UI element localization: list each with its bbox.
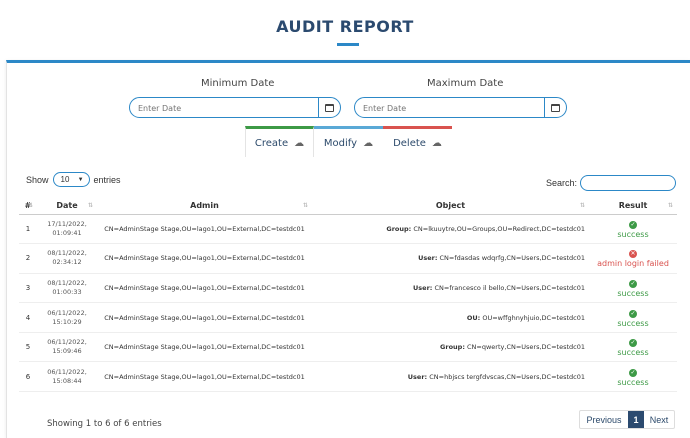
page-1-button[interactable]: 1 [628, 411, 644, 428]
column-header-num[interactable]: # ⇅ [19, 198, 37, 215]
row-number: 4 [19, 302, 37, 333]
calendar-icon [325, 103, 334, 112]
search-control: Search: [546, 175, 677, 191]
tab-modify[interactable]: Modify ☁ [314, 126, 383, 157]
page-title: AUDIT REPORT [276, 17, 414, 36]
x-circle-icon: ✕ [629, 250, 637, 259]
sort-icon: ⇅ [579, 202, 585, 209]
sort-icon: ⇅ [667, 202, 673, 209]
chevron-down-icon: ▼ [77, 176, 84, 183]
table-header-row: # ⇅ Date ⇅ Admin ⇅ Object ⇅ Result ⇅ [19, 198, 677, 215]
table-row: 4 06/11/2022, 15:10:29 CN=AdminStage Stag… [19, 302, 677, 333]
row-date: 06/11/2022, 15:09:46 [37, 332, 97, 363]
title-underline [337, 43, 359, 46]
max-date-calendar-button[interactable] [544, 98, 566, 117]
sort-icon: ⇅ [87, 202, 93, 209]
row-result: ✕ admin login failed [589, 243, 677, 274]
cloud-upload-icon: ☁ [294, 137, 305, 149]
row-result: ✓ success [589, 302, 677, 333]
search-label: Search: [546, 178, 578, 188]
check-circle-icon: ✓ [629, 220, 637, 229]
tab-create[interactable]: Create ☁ [245, 126, 314, 157]
row-admin: CN=AdminStage Stage,OU=lago1,OU=External… [97, 302, 312, 333]
row-object: Group: CN=lkuuytre,OU=Groups,OU=Redirect… [312, 214, 589, 245]
table-row: 1 17/11/2022, 01:09:41 CN=AdminStage Stag… [19, 214, 677, 245]
check-circle-icon: ✓ [629, 309, 637, 318]
row-object: Group: CN=qwerty,CN=Users,DC=testdc01 [312, 332, 589, 363]
row-number: 3 [19, 273, 37, 304]
row-result: ✓ success [589, 332, 677, 363]
tab-delete-label: Delete [393, 137, 426, 149]
max-date-label: Maximum Date [427, 78, 504, 89]
check-circle-icon: ✓ [629, 339, 637, 348]
row-number: 5 [19, 332, 37, 363]
row-result: ✓ success [589, 214, 677, 245]
table-row: 6 06/11/2022, 15:08:44 CN=AdminStage Stag… [19, 361, 677, 393]
entries-control: Show 10 ▼ entries [26, 172, 121, 187]
tab-modify-label: Modify [323, 137, 358, 149]
row-admin: CN=AdminStage Stage,OU=lago1,OU=External… [97, 361, 312, 393]
row-number: 2 [19, 243, 37, 274]
table-row: 5 06/11/2022, 15:09:46 CN=AdminStage Stag… [19, 332, 677, 363]
row-admin: CN=AdminStage Stage,OU=lago1,OU=External… [97, 273, 312, 304]
min-date-input[interactable] [130, 99, 318, 117]
pagination: Previous 1 Next [579, 410, 675, 429]
row-result: ✓ success [589, 273, 677, 304]
row-admin: CN=AdminStage Stage,OU=lago1,OU=External… [97, 243, 312, 274]
row-admin: CN=AdminStage Stage,OU=lago1,OU=External… [97, 332, 312, 363]
row-object: OU: OU=wffghnyhjuio,DC=testdc01 [312, 302, 589, 333]
action-tabs: Create ☁ Modify ☁ Delete ☁ [245, 126, 452, 157]
check-circle-icon: ✓ [629, 279, 637, 288]
row-number: 6 [19, 361, 37, 393]
column-header-object[interactable]: Object ⇅ [312, 198, 589, 215]
row-date: 08/11/2022, 02:34:12 [37, 243, 97, 274]
previous-page-button[interactable]: Previous [580, 411, 628, 428]
audit-table: # ⇅ Date ⇅ Admin ⇅ Object ⇅ Result ⇅ 1 17/11/… [19, 198, 677, 393]
min-date-label: Minimum Date [201, 78, 275, 89]
min-date-field[interactable] [129, 97, 341, 118]
max-date-field[interactable] [354, 97, 567, 118]
tab-delete[interactable]: Delete ☁ [383, 126, 452, 157]
column-header-admin[interactable]: Admin ⇅ [97, 198, 312, 215]
column-header-result[interactable]: Result ⇅ [589, 198, 677, 215]
cloud-upload-icon: ☁ [431, 137, 442, 149]
max-date-input[interactable] [355, 99, 544, 117]
cloud-upload-icon: ☁ [363, 137, 374, 149]
row-object: User: CN=fdasdas wdqrfg,CN=Users,DC=test… [312, 243, 589, 274]
row-date: 08/11/2022, 01:00:33 [37, 273, 97, 304]
row-date: 06/11/2022, 15:10:29 [37, 302, 97, 333]
row-number: 1 [19, 214, 37, 245]
next-page-button[interactable]: Next [644, 411, 674, 428]
row-object: User: CN=hbjscs tergfdvscas,CN=Users,DC=… [312, 361, 589, 393]
row-date: 06/11/2022, 15:08:44 [37, 361, 97, 393]
tab-create-label: Create [254, 137, 289, 149]
column-header-date[interactable]: Date ⇅ [37, 198, 97, 215]
row-admin: CN=AdminStage Stage,OU=lago1,OU=External… [97, 214, 312, 245]
entries-value: 10 [60, 175, 70, 184]
entries-select[interactable]: 10 ▼ [52, 172, 90, 187]
min-date-calendar-button[interactable] [318, 98, 340, 117]
row-object: User: CN=francesco il bello,CN=Users,DC=… [312, 273, 589, 304]
table-info: Showing 1 to 6 of 6 entries [47, 419, 162, 429]
row-date: 17/11/2022, 01:09:41 [37, 214, 97, 245]
entries-label: entries [93, 174, 121, 185]
check-circle-icon: ✓ [629, 368, 637, 377]
sort-icon: ⇅ [27, 202, 33, 209]
table-row: 3 08/11/2022, 01:00:33 CN=AdminStage Stag… [19, 273, 677, 304]
search-input[interactable] [580, 175, 677, 191]
table-row: 2 08/11/2022, 02:34:12 CN=AdminStage Stag… [19, 243, 677, 274]
row-result: ✓ success [589, 361, 677, 393]
show-label: Show [26, 174, 49, 185]
calendar-icon [551, 103, 560, 112]
sort-icon: ⇅ [302, 202, 308, 209]
